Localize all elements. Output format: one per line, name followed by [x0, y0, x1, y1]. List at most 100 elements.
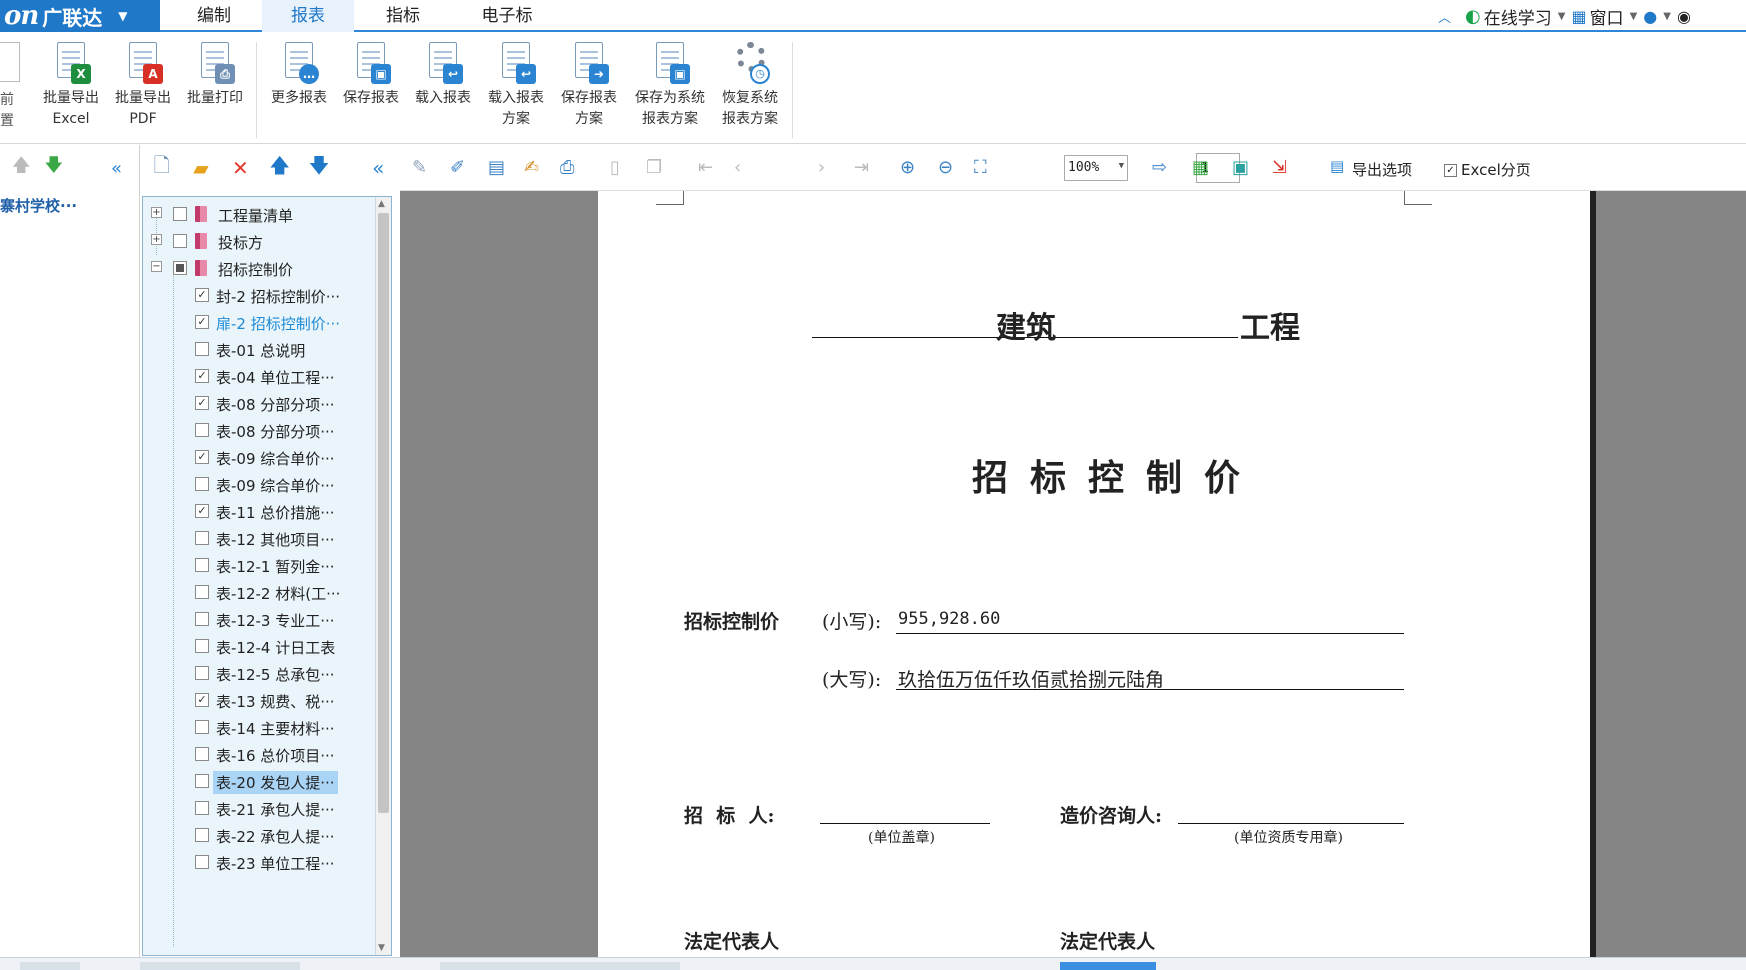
- tree-scrollbar[interactable]: ▲ ▼: [375, 197, 391, 955]
- load-report-button[interactable]: ↩ 载入报表: [408, 40, 478, 109]
- export-options-button[interactable]: 导出选项: [1352, 159, 1412, 180]
- zoom-select[interactable]: 100% ▼: [1064, 155, 1128, 181]
- load-report-scheme-button[interactable]: ↩ 载入报表 方案: [481, 40, 551, 130]
- page-setup-icon[interactable]: ▤: [488, 157, 505, 178]
- design-icon[interactable]: ✐: [450, 157, 465, 178]
- first-page-icon[interactable]: ⇤: [698, 157, 713, 178]
- tree-row[interactable]: + 投标方: [143, 228, 375, 254]
- expand-icon[interactable]: +: [151, 207, 162, 218]
- app-logo[interactable]: on 广联达 ▼: [0, 0, 160, 32]
- tree-checkbox[interactable]: ✓: [195, 504, 209, 518]
- tree-row[interactable]: 表-12-1 暂列金···: [143, 552, 375, 578]
- zoom-in-icon[interactable]: ⊕: [900, 157, 915, 178]
- assistant-icon[interactable]: ◉: [1677, 7, 1691, 26]
- tree-checkbox[interactable]: [195, 747, 209, 761]
- tab-edit[interactable]: 编制: [170, 0, 258, 32]
- tab-indicators[interactable]: 指标: [360, 0, 446, 32]
- tree-checkbox[interactable]: [195, 639, 209, 653]
- tree-row[interactable]: ✓ 表-04 单位工程···: [143, 363, 375, 389]
- last-page-icon[interactable]: ⇥: [854, 157, 869, 178]
- move-down-icon[interactable]: 🡇: [299, 151, 338, 185]
- move-up-icon[interactable]: 🡅: [12, 153, 31, 183]
- user-icon[interactable]: ●: [1643, 7, 1657, 26]
- batch-print-button[interactable]: ⎙ 批量打印: [180, 40, 250, 109]
- tree-row[interactable]: 表-12-2 材料(工···: [143, 579, 375, 605]
- user-caret-icon[interactable]: ▼: [1663, 11, 1671, 22]
- export-word-icon[interactable]: ▣: [1232, 157, 1249, 178]
- move-up-icon[interactable]: 🡅: [260, 151, 299, 185]
- fit-page-icon[interactable]: ⛶: [974, 157, 987, 178]
- tree-checkbox[interactable]: [195, 774, 209, 788]
- tree-checkbox[interactable]: ✓: [195, 396, 209, 410]
- save-report-scheme-button[interactable]: ➜ 保存报表 方案: [554, 40, 624, 130]
- export-pdf-icon[interactable]: ⇲: [1272, 157, 1287, 178]
- tree-row[interactable]: 表-16 总价项目···: [143, 741, 375, 767]
- tab-e-bid[interactable]: 电子标: [460, 0, 554, 32]
- tree-checkbox[interactable]: ✓: [195, 450, 209, 464]
- export-excel-icon[interactable]: ⇨: [1152, 157, 1167, 178]
- move-down-icon[interactable]: 🡇: [45, 153, 64, 183]
- print-icon[interactable]: ⎙: [560, 157, 574, 178]
- online-learning-link[interactable]: 在线学习: [1484, 4, 1552, 29]
- tree-checkbox[interactable]: [195, 720, 209, 734]
- batch-export-excel-button[interactable]: X 批量导出 Excel: [36, 40, 106, 130]
- collapse-tree-icon[interactable]: «: [359, 156, 398, 180]
- window-menu[interactable]: 窗口: [1590, 4, 1624, 29]
- tree-row[interactable]: 表-12 其他项目···: [143, 525, 375, 551]
- tree-row[interactable]: ✓ 表-08 分部分项···: [143, 390, 375, 416]
- tree-row[interactable]: 表-12-4 计日工表: [143, 633, 375, 659]
- tree-checkbox[interactable]: ✓: [195, 315, 209, 329]
- scroll-down-icon[interactable]: ▼: [378, 943, 385, 953]
- tree-checkbox[interactable]: [195, 558, 209, 572]
- tree-row[interactable]: 表-09 综合单价···: [143, 471, 375, 497]
- tree-row[interactable]: 表-22 承包人提···: [143, 822, 375, 848]
- edit-content-icon[interactable]: ✍: [524, 157, 539, 178]
- save-report-button[interactable]: ▣ 保存报表: [336, 40, 406, 109]
- collapse-ribbon-icon[interactable]: ︿: [1438, 7, 1451, 26]
- tree-row[interactable]: 表-20 发包人提···: [143, 768, 375, 794]
- save-as-system-scheme-button[interactable]: ▣ 保存为系统 报表方案: [630, 40, 710, 130]
- tree-checkbox[interactable]: ✓: [195, 369, 209, 383]
- tree-row[interactable]: 表-12-3 专业工···: [143, 606, 375, 632]
- tree-row[interactable]: 表-21 承包人提···: [143, 795, 375, 821]
- restore-system-scheme-button[interactable]: ◷ 恢复系统 报表方案: [712, 40, 788, 130]
- app-menu-caret-icon[interactable]: ▼: [118, 9, 127, 23]
- zoom-out-icon[interactable]: ⊖: [938, 157, 953, 178]
- tree-row[interactable]: 表-14 主要材料···: [143, 714, 375, 740]
- tree-checkbox[interactable]: [195, 342, 209, 356]
- tree-checkbox[interactable]: [195, 531, 209, 545]
- next-page-icon[interactable]: ›: [818, 157, 825, 178]
- collapse-icon[interactable]: −: [151, 261, 162, 272]
- collapse-pane-icon[interactable]: «: [111, 158, 122, 179]
- prev-page-icon[interactable]: ‹: [734, 157, 741, 178]
- excel-paging-toggle[interactable]: ✓ Excel分页: [1444, 159, 1531, 180]
- expand-icon[interactable]: +: [151, 234, 162, 245]
- single-page-icon[interactable]: ▯: [610, 157, 620, 178]
- edit-report-icon[interactable]: ✎: [412, 157, 427, 178]
- tab-reports[interactable]: 报表: [262, 0, 354, 32]
- project-tree-item[interactable]: 寨村学校···: [0, 195, 77, 216]
- tree-checkbox[interactable]: [173, 234, 187, 248]
- tree-checkbox[interactable]: ✓: [195, 693, 209, 707]
- tree-checkbox[interactable]: [173, 261, 187, 275]
- tree-checkbox[interactable]: [195, 801, 209, 815]
- tree-checkbox[interactable]: [195, 612, 209, 626]
- tree-row[interactable]: 表-12-5 总承包···: [143, 660, 375, 686]
- excel-paging-checkbox[interactable]: ✓: [1444, 164, 1457, 177]
- tree-row[interactable]: ✓ 表-11 总价措施···: [143, 498, 375, 524]
- tree-checkbox[interactable]: [173, 207, 187, 221]
- scroll-up-icon[interactable]: ▲: [378, 199, 385, 209]
- tree-row[interactable]: 表-23 单位工程···: [143, 849, 375, 875]
- tree-checkbox[interactable]: [195, 666, 209, 680]
- tree-row[interactable]: ✓ 表-13 规费、税···: [143, 687, 375, 713]
- multi-page-icon[interactable]: ❐: [646, 157, 662, 178]
- tree-row[interactable]: ✓ 封-2 招标控制价···: [143, 282, 375, 308]
- online-learning-caret-icon[interactable]: ▼: [1558, 11, 1566, 22]
- tree-checkbox[interactable]: [195, 423, 209, 437]
- tree-row[interactable]: ✓ 表-09 综合单价···: [143, 444, 375, 470]
- export-sheet-icon[interactable]: ▦: [1192, 157, 1209, 178]
- tree-checkbox[interactable]: [195, 828, 209, 842]
- tree-row[interactable]: 表-01 总说明: [143, 336, 375, 362]
- tree-row[interactable]: ✓ 扉-2 招标控制价···: [143, 309, 375, 335]
- delete-icon[interactable]: ✕: [221, 156, 260, 180]
